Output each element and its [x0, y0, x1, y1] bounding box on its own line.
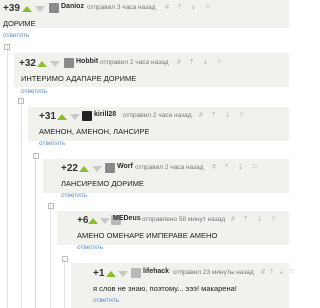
downvote-icon[interactable]	[70, 114, 80, 120]
comment-text: ЛАНСИРЕМО ДОРИМЕ	[61, 179, 144, 188]
comment: +6 MEDeus отправлено 58 минут назад # ⇡ …	[57, 211, 289, 262]
comment-actions-icons[interactable]: # ⇡ ⇣ ⚐	[177, 58, 226, 66]
comment-text: ИНТЕРИМО АДАПАРЕ ДОРИМЕ	[21, 74, 137, 83]
reply-link[interactable]: ответить	[21, 88, 47, 95]
comment-author[interactable]: Worf	[117, 163, 133, 170]
comment-text: АМЕНО ОМЕНАРЕ ИМПЕРАВЕ АМЕНО	[77, 231, 218, 240]
thread-line	[64, 262, 65, 308]
comment-actions-icons[interactable]: # ⇡ ⇣ ⚐	[212, 163, 261, 171]
upvote-icon[interactable]	[37, 61, 47, 67]
avatar[interactable]	[82, 111, 92, 121]
comment-timestamp: отправил 2 часа назад	[135, 164, 204, 171]
collapse-icon[interactable]	[18, 98, 24, 104]
comment-timestamp: отправил 2 часа назад	[100, 59, 169, 66]
thread-line	[21, 98, 22, 308]
comment-score: +22	[61, 163, 78, 174]
comment-author[interactable]: lifehack	[143, 268, 169, 275]
comment-actions-icons[interactable]: # ⇡ ⇣ ⚐	[165, 3, 214, 11]
comment-timestamp: отправил 23 минуты назад	[173, 269, 254, 276]
reply-link[interactable]: ответить	[61, 192, 87, 199]
comment-actions-icons[interactable]: # ⇡ ⇣ ⚐	[261, 268, 296, 276]
upvote-icon[interactable]	[22, 6, 32, 12]
downvote-icon[interactable]	[100, 218, 110, 224]
upvote-icon[interactable]	[57, 114, 67, 120]
comment-text: я слов не знаю, поэтому... эээ! макарена…	[93, 284, 237, 293]
upvote-icon[interactable]	[88, 218, 98, 224]
collapse-icon[interactable]	[4, 44, 10, 50]
comment: +32 Hobbit отправил 2 часа назад # ⇡ ⇣ ⚐…	[14, 53, 289, 104]
comment: +39 Danioz отправил 3 часа назад # ⇡ ⇣ ⚐…	[0, 0, 289, 50]
avatar[interactable]	[64, 58, 74, 68]
upvote-icon[interactable]	[79, 166, 89, 172]
thread-line	[50, 203, 51, 308]
downvote-icon[interactable]	[118, 271, 128, 277]
comment-text: АМЕНОН, АМЕНОН, ЛАНСИРЕ	[39, 127, 150, 136]
downvote-icon[interactable]	[92, 166, 102, 172]
comment-author[interactable]: MEDeus	[113, 215, 141, 222]
reply-link[interactable]: ответить	[93, 297, 119, 304]
collapse-icon[interactable]	[62, 256, 68, 262]
comment-score: +6	[77, 215, 89, 226]
comment-timestamp: отправлено 58 минут назад	[142, 216, 226, 223]
upvote-icon[interactable]	[106, 271, 116, 277]
avatar[interactable]	[49, 3, 59, 13]
reply-link[interactable]: ответить	[39, 140, 65, 147]
thread-line	[7, 44, 8, 308]
collapse-icon[interactable]	[33, 153, 39, 159]
reply-link[interactable]: ответить	[3, 32, 29, 39]
collapse-icon[interactable]	[48, 203, 54, 209]
comment-score: +39	[3, 3, 20, 14]
comment: +1 lifehack отправил 23 минуты назад # ⇡…	[71, 263, 295, 308]
comment-timestamp: отправил 3 часа назад	[87, 4, 156, 11]
comment-timestamp: отправил 2 часа назад	[123, 112, 192, 119]
downvote-icon[interactable]	[35, 6, 45, 12]
comment-score: +32	[19, 58, 36, 69]
comment-text: ДОРИМЕ	[3, 19, 36, 28]
comment-author[interactable]: Danioz	[61, 3, 84, 10]
comment-score: +31	[39, 111, 56, 122]
avatar[interactable]	[105, 163, 115, 173]
comment-actions-icons[interactable]: # ⇡ ⇣ ⚐	[231, 215, 280, 223]
comment-author[interactable]: kirill28	[94, 111, 116, 118]
avatar[interactable]	[131, 268, 141, 278]
thread-line	[35, 152, 36, 308]
comment: +22 Worf отправил 2 часа назад # ⇡ ⇣ ⚐ Л…	[43, 159, 289, 209]
comment-author[interactable]: Hobbit	[76, 58, 98, 65]
comment-actions-icons[interactable]: # ⇡ ⇣ ⚐	[199, 111, 248, 119]
comment: +31 kirill28 отправил 2 часа назад # ⇡ ⇣…	[28, 107, 289, 159]
comment-score: +1	[93, 268, 105, 279]
reply-link[interactable]: ответить	[77, 244, 103, 251]
downvote-icon[interactable]	[50, 61, 60, 67]
